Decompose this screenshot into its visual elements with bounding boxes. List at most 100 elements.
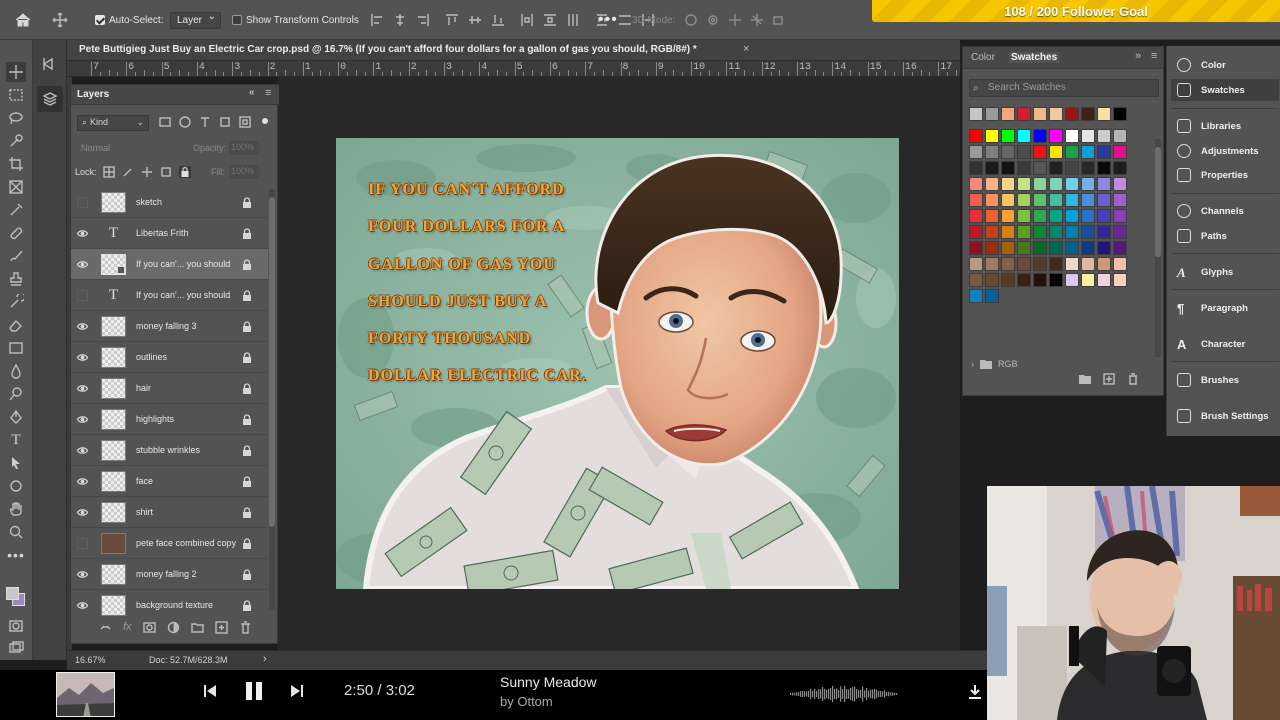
3d-scale-icon[interactable]	[772, 13, 786, 27]
dock-item-channels[interactable]: Channels	[1171, 200, 1279, 222]
swatch[interactable]	[1065, 241, 1079, 255]
align-center-h-icon[interactable]	[393, 13, 407, 27]
screen-mode-button[interactable]	[6, 638, 26, 658]
swatch[interactable]	[1001, 273, 1015, 287]
artwork-canvas[interactable]	[336, 138, 899, 589]
lasso-tool-button[interactable]	[6, 108, 26, 128]
swatch[interactable]	[1081, 161, 1095, 175]
swatch[interactable]	[1097, 129, 1111, 143]
eye-icon[interactable]	[77, 476, 88, 487]
layer-select[interactable]: Layer	[170, 0, 222, 40]
swatch[interactable]	[1033, 145, 1047, 159]
swatch[interactable]	[1001, 241, 1015, 255]
swatch[interactable]	[1017, 107, 1031, 121]
swatch[interactable]	[969, 257, 983, 271]
swatch[interactable]	[1033, 209, 1047, 223]
eye-icon[interactable]	[77, 445, 88, 456]
move-tool-button[interactable]	[6, 62, 26, 82]
shape-tool-button[interactable]	[6, 476, 26, 496]
marquee-tool-button[interactable]	[6, 85, 26, 105]
lock-icon[interactable]	[242, 228, 252, 239]
layer-row[interactable]: background texture	[71, 590, 268, 617]
swatch[interactable]	[1113, 107, 1127, 121]
swatch[interactable]	[1097, 107, 1111, 121]
swatch[interactable]	[1017, 241, 1031, 255]
swatch[interactable]	[985, 225, 999, 239]
layer-list-scrollbar[interactable]	[269, 189, 275, 609]
swatch[interactable]	[1065, 225, 1079, 239]
swatch[interactable]	[969, 193, 983, 207]
swatch[interactable]	[985, 289, 999, 303]
align-right-icon[interactable]	[416, 13, 430, 27]
lock-icon[interactable]	[242, 352, 252, 363]
swatch[interactable]	[1097, 193, 1111, 207]
new-group-icon[interactable]	[190, 621, 204, 634]
lock-all-icon[interactable]	[179, 166, 191, 178]
swatch[interactable]	[1049, 241, 1063, 255]
swatch[interactable]	[1017, 145, 1031, 159]
zoom-level[interactable]: 16.67%	[75, 655, 106, 665]
layer-row[interactable]: money falling 2	[71, 559, 268, 590]
path-select-tool-button[interactable]	[6, 453, 26, 473]
lock-icon[interactable]	[242, 321, 252, 332]
layer-row[interactable]: If you can'... you should	[71, 249, 268, 280]
swatch[interactable]	[1081, 145, 1095, 159]
swatch[interactable]	[1017, 161, 1031, 175]
lock-icon[interactable]	[242, 259, 252, 270]
frame-tool-button[interactable]	[6, 177, 26, 197]
adjustment-layer-icon[interactable]	[167, 621, 180, 634]
dock-item-adjustments[interactable]: Adjustments	[1171, 140, 1279, 162]
pen-tool-button[interactable]	[6, 407, 26, 427]
swatch[interactable]	[1065, 145, 1079, 159]
eye-icon[interactable]	[77, 383, 88, 394]
swatch[interactable]	[985, 107, 999, 121]
move-tool-icon[interactable]	[52, 0, 68, 40]
blur-tool-button[interactable]	[6, 361, 26, 381]
swatch[interactable]	[1017, 177, 1031, 191]
swatch[interactable]	[1001, 161, 1015, 175]
swatch[interactable]	[1097, 145, 1111, 159]
swatch[interactable]	[1081, 257, 1095, 271]
layer-row[interactable]: pete face combined copy	[71, 528, 268, 559]
swatch[interactable]	[985, 241, 999, 255]
swatch[interactable]	[969, 161, 983, 175]
quick-select-tool-button[interactable]	[6, 131, 26, 151]
gradient-tool-button[interactable]	[6, 338, 26, 358]
swatch[interactable]	[1065, 273, 1079, 287]
swatch[interactable]	[1065, 257, 1079, 271]
hand-tool-button[interactable]	[6, 499, 26, 519]
swatch[interactable]	[985, 257, 999, 271]
swatch-group-rgb[interactable]: › RGB	[971, 359, 1018, 369]
swatch[interactable]	[1081, 273, 1095, 287]
swatch[interactable]	[1001, 193, 1015, 207]
eye-icon[interactable]	[77, 600, 88, 611]
dock-item-paths[interactable]: Paths	[1171, 225, 1279, 247]
swatch[interactable]	[1017, 225, 1031, 239]
swatch[interactable]	[1033, 193, 1047, 207]
swatch[interactable]	[1001, 177, 1015, 191]
lock-icon[interactable]	[242, 538, 252, 549]
swatch[interactable]	[1001, 129, 1015, 143]
swatch[interactable]	[985, 145, 999, 159]
swatch[interactable]	[1065, 107, 1079, 121]
previous-track-button[interactable]	[203, 684, 217, 698]
swatch[interactable]	[1097, 209, 1111, 223]
align-left-icon[interactable]	[370, 13, 384, 27]
lock-icon[interactable]	[242, 197, 252, 208]
distribute-h-icon[interactable]	[566, 13, 580, 27]
next-track-button[interactable]	[290, 684, 304, 698]
filter-smart-icon[interactable]	[239, 116, 251, 128]
dock-item-glyphs[interactable]: A Glyphs	[1171, 261, 1279, 283]
lock-icon[interactable]	[242, 476, 252, 487]
eraser-tool-button[interactable]	[6, 315, 26, 335]
filter-kind-select[interactable]: ⌕ Kind ⌄	[77, 115, 149, 131]
3d-slide-icon[interactable]	[750, 13, 764, 27]
swatch[interactable]	[1081, 107, 1095, 121]
dodge-tool-button[interactable]	[6, 384, 26, 404]
crop-tool-button[interactable]	[6, 154, 26, 174]
add-mask-icon[interactable]	[142, 621, 156, 634]
dock-item-swatches[interactable]: Swatches	[1171, 79, 1279, 101]
align-center-v-icon[interactable]	[468, 13, 482, 27]
swatch[interactable]	[985, 193, 999, 207]
brush-tool-button[interactable]	[6, 246, 26, 266]
